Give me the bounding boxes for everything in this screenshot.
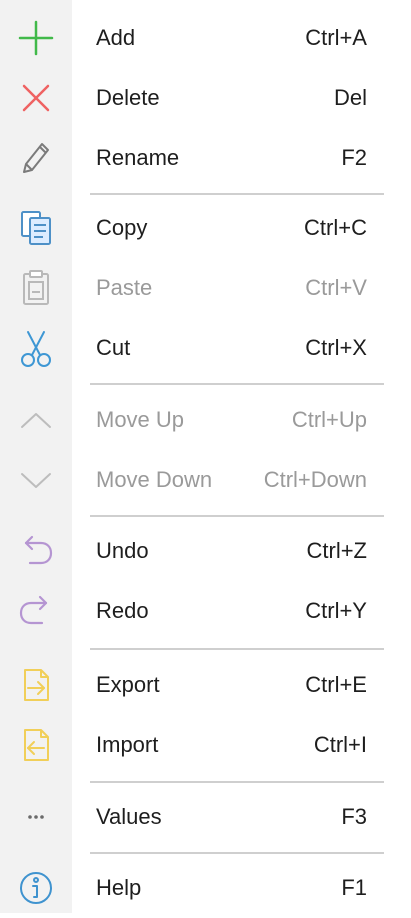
menu-item-rename[interactable]: Rename F2 (0, 128, 411, 188)
menu-item-redo[interactable]: Redo Ctrl+Y (0, 581, 411, 641)
menu-item-delete[interactable]: Delete Del (0, 68, 411, 128)
redo-icon (10, 585, 62, 637)
menu-item-label: Export (96, 672, 160, 697)
menu-separator (90, 648, 384, 650)
menu-item-label: Move Up (96, 407, 185, 432)
menu-item-shortcut: Ctrl+Down (263, 467, 367, 492)
copy-icon (10, 202, 62, 254)
menu-separator (90, 515, 384, 517)
menu-item-shortcut: F1 (341, 875, 367, 900)
menu-item-shortcut: Ctrl+V (305, 275, 367, 300)
paste-icon (10, 262, 62, 314)
export-icon (10, 659, 62, 711)
menu-separator (90, 852, 384, 854)
chevron-down-icon (10, 454, 62, 506)
menu-item-shortcut: Ctrl+E (305, 672, 367, 697)
menu-item-label: Delete (96, 85, 160, 110)
undo-icon (10, 525, 62, 577)
menu-item-label: Cut (96, 335, 131, 360)
menu-separator (90, 781, 384, 783)
menu-item-label: Add (96, 25, 136, 50)
menu-item-label: Undo (96, 538, 149, 563)
menu-item-shortcut: Ctrl+X (305, 335, 367, 360)
menu-item-export[interactable]: Export Ctrl+E (0, 655, 411, 715)
close-icon (10, 72, 62, 124)
scissors-icon (10, 322, 62, 374)
menu-separator (90, 383, 384, 385)
menu-item-shortcut: Ctrl+C (304, 215, 367, 240)
menu-item-help[interactable]: Help F1 (0, 858, 411, 918)
menu-item-label: Rename (96, 145, 180, 170)
menu-item-shortcut: F2 (341, 145, 367, 170)
menu-item-import[interactable]: Import Ctrl+I (0, 715, 411, 775)
menu-item-values[interactable]: Values F3 (0, 787, 411, 847)
menu-item-move-down[interactable]: Move Down Ctrl+Down (0, 450, 411, 510)
menu-item-shortcut: Ctrl+Y (305, 598, 367, 623)
menu-item-shortcut: Ctrl+Up (291, 407, 367, 432)
menu-item-shortcut: Del (333, 85, 367, 110)
ellipsis-icon (10, 791, 62, 843)
menu-item-label: Values (96, 804, 162, 829)
menu-item-label: Redo (96, 598, 149, 623)
menu-item-copy[interactable]: Copy Ctrl+C (0, 198, 411, 258)
info-icon (10, 862, 62, 914)
menu-item-cut[interactable]: Cut Ctrl+X (0, 318, 411, 378)
plus-icon (10, 12, 62, 64)
menu-item-label: Import (96, 732, 159, 757)
menu-item-shortcut: F3 (341, 804, 367, 829)
menu-item-add[interactable]: Add Ctrl+A (0, 8, 411, 68)
menu-item-shortcut: Ctrl+I (313, 732, 367, 757)
import-icon (10, 719, 62, 771)
menu-item-shortcut: Ctrl+A (305, 25, 367, 50)
menu-item-label: Copy (96, 215, 148, 240)
pencil-icon (10, 132, 62, 184)
menu-item-label: Help (96, 875, 142, 900)
menu-item-label: Paste (96, 275, 153, 300)
chevron-up-icon (10, 394, 62, 446)
menu-separator (90, 193, 384, 195)
menu-item-label: Move Down (96, 467, 213, 492)
menu-item-shortcut: Ctrl+Z (306, 538, 368, 563)
menu-item-move-up[interactable]: Move Up Ctrl+Up (0, 390, 411, 450)
menu-item-undo[interactable]: Undo Ctrl+Z (0, 521, 411, 581)
menu-item-paste[interactable]: Paste Ctrl+V (0, 258, 411, 318)
context-menu: Add Ctrl+A Delete Del Rename F2 Copy Ctr… (0, 0, 411, 913)
